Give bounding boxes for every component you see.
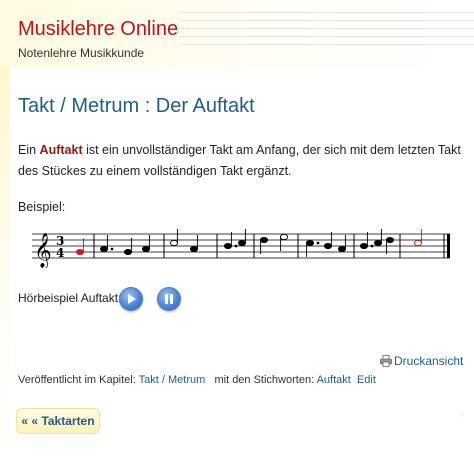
site-title[interactable]: Musiklehre Online [18,18,178,41]
keywords-label: mit den Stichworten: [214,374,315,386]
intro-prefix: Ein [18,143,40,157]
header-staff-decoration [180,12,474,52]
final-note [413,239,423,247]
published-label: Veröffentlicht im Kapitel: [18,374,136,386]
intro-keyword: Auftakt [39,143,83,157]
intro-text: ist ein unvollständiger Takt am Anfang, … [18,143,461,178]
site-subtitle: Notenlehre Musikkunde [18,46,145,60]
pause-button[interactable] [157,287,181,311]
page-title: Takt / Metrum : Der Auftakt [18,95,255,117]
time-signature-bottom: 4 [56,246,64,260]
article-meta: Veröffentlicht im Kapitel: Takt / Metrum… [18,374,376,386]
music-score: 𝄞 3 4 [32,229,450,268]
notes [75,229,423,257]
printer-icon [380,355,392,367]
intro-paragraph: Ein Auftakt ist ein unvollständiger Takt… [18,140,466,182]
audio-label: Hörbeispiel Auftakt: [18,291,122,305]
print-view-link[interactable]: Druckansicht [380,354,463,368]
decorative-quote-mark: ‚ [460,402,464,418]
left-decoration-stripe [0,68,10,474]
print-view-label[interactable]: Druckansicht [394,354,463,368]
upbeat-note [75,248,85,256]
treble-clef-icon: 𝄞 [34,233,52,268]
play-button[interactable] [119,287,143,311]
chapter-link[interactable]: Takt / Metrum [139,374,206,386]
edit-link[interactable]: Edit [357,374,376,386]
example-label: Beispiel: [18,200,66,214]
keyword-link[interactable]: Auftakt [317,374,351,386]
prev-page-button[interactable]: « « Taktarten [16,408,100,434]
site-header: Musiklehre Online Notenlehre Musikkunde [0,0,474,68]
